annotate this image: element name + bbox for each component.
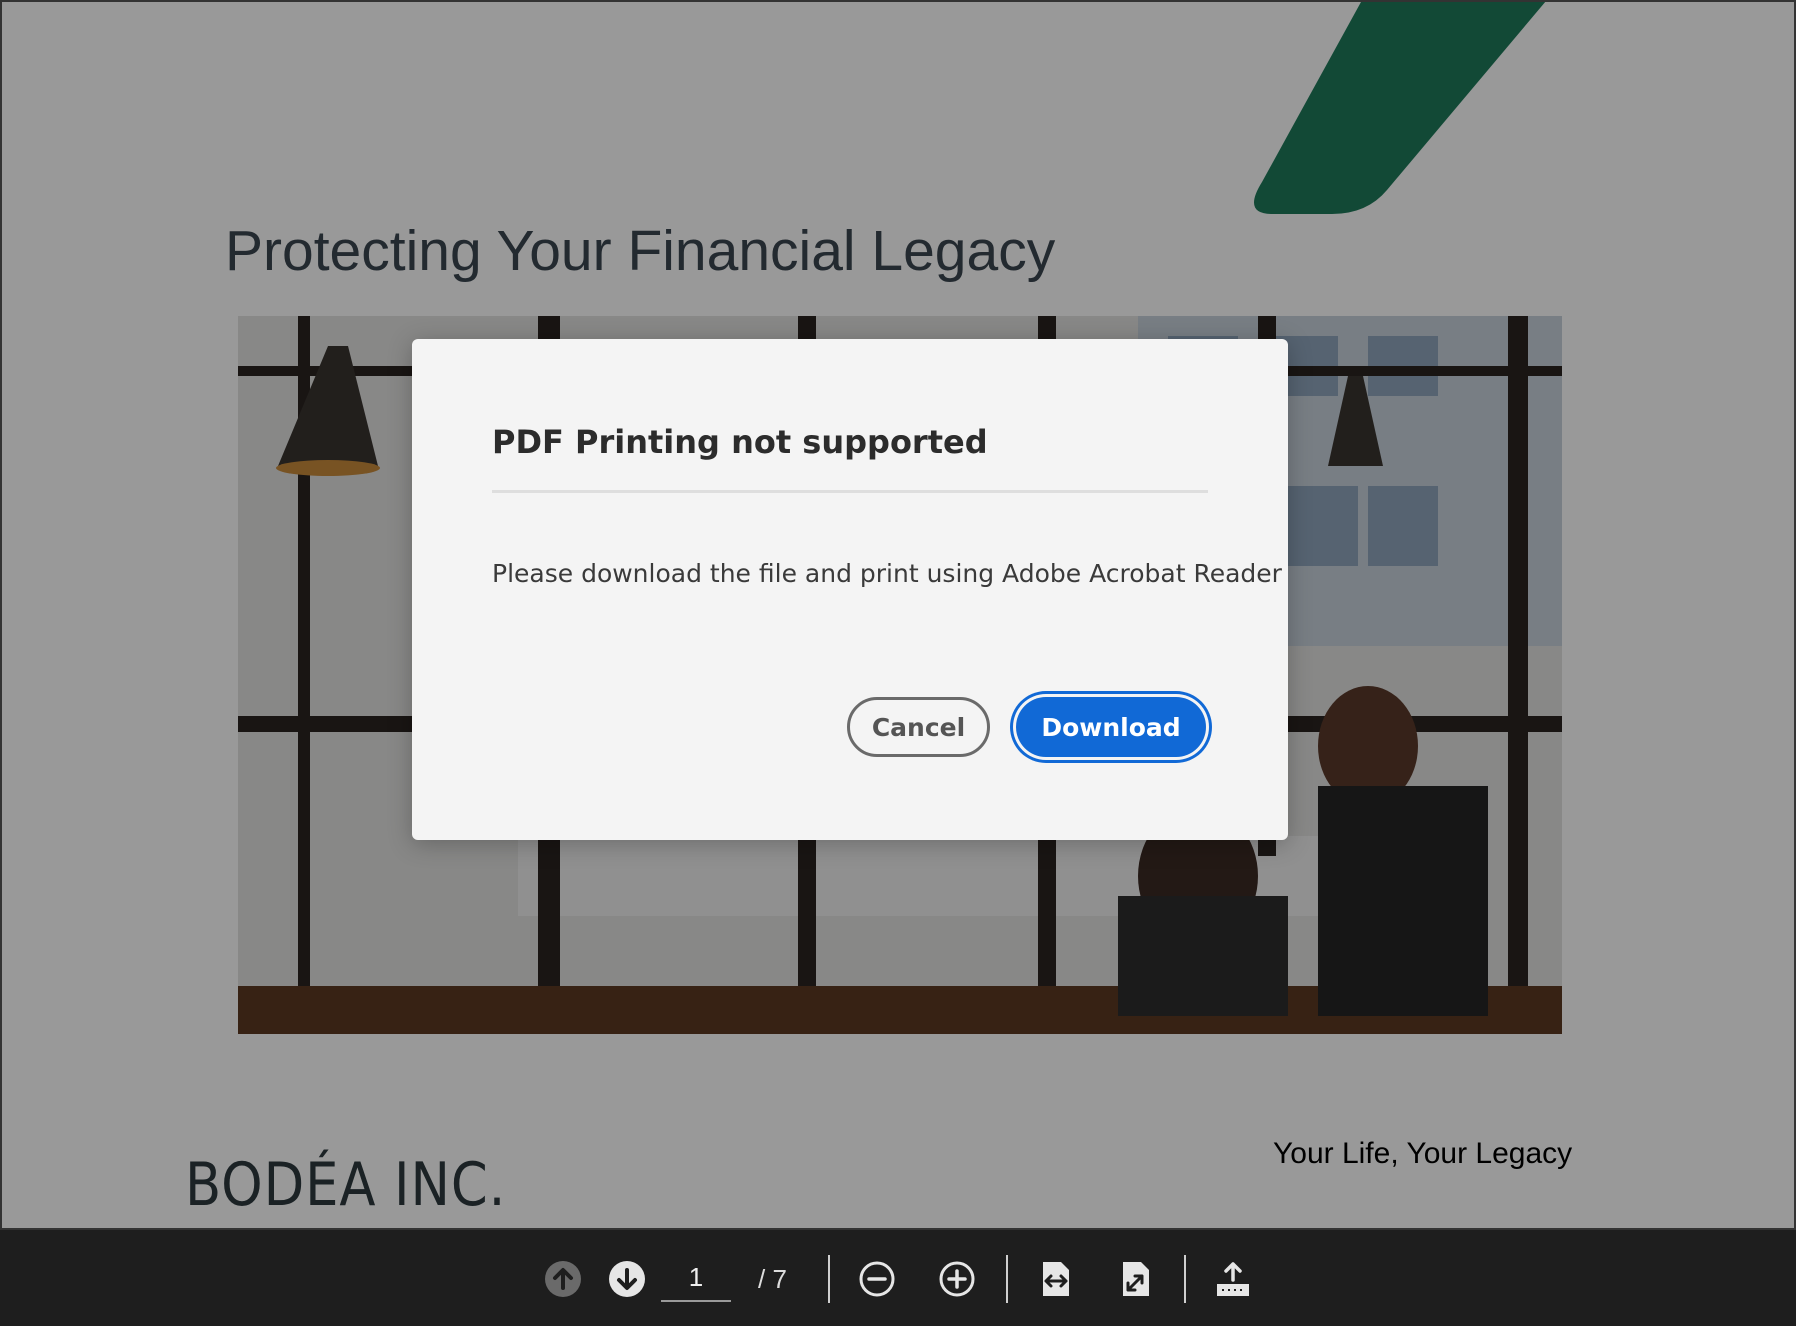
page-total: / 7 xyxy=(758,1264,787,1294)
dialog-title: PDF Printing not supported xyxy=(492,423,988,461)
bottom-toolbar: 1 / 7 xyxy=(0,1230,1796,1326)
cancel-button[interactable]: Cancel xyxy=(847,697,990,757)
previous-page-icon[interactable] xyxy=(544,1260,582,1298)
dialog-message: Please download the file and print using… xyxy=(492,559,1282,588)
zoom-in-icon[interactable] xyxy=(938,1260,976,1298)
print-icon[interactable] xyxy=(1214,1260,1252,1298)
pdf-viewer: Protecting Your Financial Legacy Your Li… xyxy=(0,0,1796,1326)
page-number-input[interactable]: 1 xyxy=(661,1254,731,1302)
toolbar-divider xyxy=(828,1255,830,1303)
toolbar-divider xyxy=(1006,1255,1008,1303)
dialog-divider xyxy=(492,490,1208,493)
next-page-icon[interactable] xyxy=(608,1260,646,1298)
toolbar-divider xyxy=(1184,1255,1186,1303)
fit-page-icon[interactable] xyxy=(1117,1260,1155,1298)
print-not-supported-dialog: PDF Printing not supported Please downlo… xyxy=(412,339,1288,840)
download-button[interactable]: Download xyxy=(1016,697,1206,757)
fit-width-icon[interactable] xyxy=(1037,1260,1075,1298)
zoom-out-icon[interactable] xyxy=(858,1260,896,1298)
